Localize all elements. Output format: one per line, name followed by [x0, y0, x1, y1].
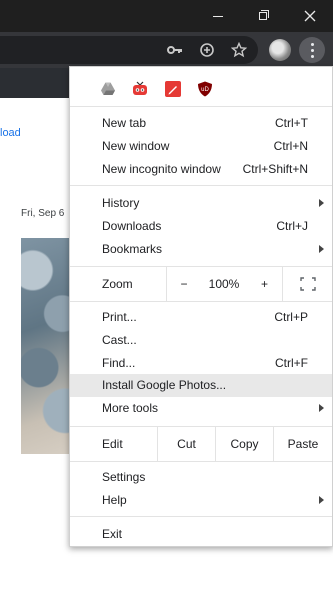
- page-header-bar: [0, 68, 80, 98]
- restore-button[interactable]: [241, 0, 287, 32]
- title-bar: [0, 0, 333, 32]
- menu-edit-row: Edit Cut Copy Paste: [70, 427, 332, 461]
- print-label: Print...: [102, 310, 137, 324]
- exit-label: Exit: [102, 527, 123, 541]
- new-tab-shortcut: Ctrl+T: [275, 116, 308, 130]
- menu-item-new-incognito[interactable]: New incognito window Ctrl+Shift+N: [70, 158, 332, 181]
- zoom-in-button[interactable]: +: [247, 267, 282, 301]
- kebab-menu-icon: [299, 37, 325, 63]
- downloads-label: Downloads: [102, 219, 162, 233]
- menu-item-help[interactable]: Help: [70, 489, 332, 512]
- browser-toolbar: [0, 32, 333, 68]
- zoom-out-button[interactable]: −: [166, 267, 201, 301]
- menu-item-more-tools[interactable]: More tools: [70, 397, 332, 420]
- edit-label: Edit: [102, 437, 123, 451]
- close-icon: [304, 10, 316, 22]
- chrome-menu-button[interactable]: [298, 32, 326, 68]
- menu-item-exit[interactable]: Exit: [70, 523, 332, 546]
- new-window-shortcut: Ctrl+N: [273, 139, 308, 153]
- install-label: Install Google Photos...: [102, 378, 227, 392]
- find-label: Find...: [102, 356, 136, 370]
- fullscreen-icon: [299, 277, 316, 291]
- settings-label: Settings: [102, 470, 146, 484]
- menu-separator: [70, 516, 332, 517]
- extensions-row: uD: [70, 73, 332, 105]
- submenu-arrow-icon: [319, 404, 324, 412]
- menu-item-settings[interactable]: Settings: [70, 466, 332, 489]
- new-incognito-shortcut: Ctrl+Shift+N: [242, 162, 308, 176]
- zoom-label: Zoom: [102, 277, 133, 291]
- menu-separator: [70, 301, 332, 302]
- bookmark-star-icon[interactable]: [225, 32, 253, 68]
- minimize-button[interactable]: [195, 0, 241, 32]
- paste-button[interactable]: Paste: [273, 427, 332, 461]
- menu-item-bookmarks[interactable]: Bookmarks: [70, 238, 332, 261]
- new-incognito-label: New incognito window: [102, 162, 221, 176]
- ublock-badge-text: uD: [201, 87, 209, 93]
- menu-item-downloads[interactable]: Downloads Ctrl+J: [70, 215, 332, 238]
- more-tools-label: More tools: [102, 401, 159, 415]
- profile-avatar[interactable]: [266, 32, 294, 68]
- menu-item-new-window[interactable]: New window Ctrl+N: [70, 135, 332, 158]
- menu-item-history[interactable]: History: [70, 192, 332, 215]
- downloads-shortcut: Ctrl+J: [276, 219, 308, 233]
- menu-separator: [70, 185, 332, 186]
- cut-button[interactable]: Cut: [157, 427, 215, 461]
- chrome-main-menu: uD New tab Ctrl+T New window Ctrl+N New …: [69, 66, 333, 547]
- new-tab-label: New tab: [102, 116, 147, 130]
- menu-separator: [70, 461, 332, 462]
- tv-icon[interactable]: [132, 81, 148, 97]
- pen-icon[interactable]: [165, 81, 181, 97]
- date-label: Fri, Sep 6: [21, 208, 65, 219]
- key-icon[interactable]: [161, 32, 189, 68]
- minimize-icon: [213, 15, 223, 17]
- close-button[interactable]: [287, 0, 333, 32]
- bookmarks-label: Bookmarks: [102, 242, 163, 256]
- restore-icon: [259, 12, 267, 20]
- menu-zoom-row: Zoom − 100% +: [70, 267, 332, 301]
- google-drive-icon[interactable]: [100, 81, 116, 97]
- menu-item-find[interactable]: Find... Ctrl+F: [70, 352, 332, 375]
- upload-link[interactable]: load: [0, 127, 21, 139]
- submenu-arrow-icon: [319, 496, 324, 504]
- fullscreen-button[interactable]: [282, 267, 332, 301]
- menu-item-cast[interactable]: Cast...: [70, 329, 332, 352]
- history-label: History: [102, 196, 140, 210]
- submenu-arrow-icon: [319, 245, 324, 253]
- ublock-origin-icon[interactable]: uD: [197, 81, 213, 97]
- cast-label: Cast...: [102, 333, 137, 347]
- menu-separator: [70, 106, 332, 107]
- submenu-arrow-icon: [319, 199, 324, 207]
- menu-item-install-google-photos[interactable]: Install Google Photos...: [70, 374, 332, 397]
- menu-item-new-tab[interactable]: New tab Ctrl+T: [70, 112, 332, 135]
- help-label: Help: [102, 493, 127, 507]
- zoom-plus-icon[interactable]: [193, 32, 221, 68]
- print-shortcut: Ctrl+P: [274, 310, 308, 324]
- zoom-level: 100%: [208, 277, 240, 291]
- copy-button[interactable]: Copy: [215, 427, 273, 461]
- avatar-image: [269, 39, 291, 61]
- browser-window: load Fri, Sep 6 uD New tab Ctrl+T New wi…: [0, 0, 333, 603]
- new-window-label: New window: [102, 139, 170, 153]
- find-shortcut: Ctrl+F: [275, 356, 308, 370]
- menu-item-print[interactable]: Print... Ctrl+P: [70, 306, 332, 329]
